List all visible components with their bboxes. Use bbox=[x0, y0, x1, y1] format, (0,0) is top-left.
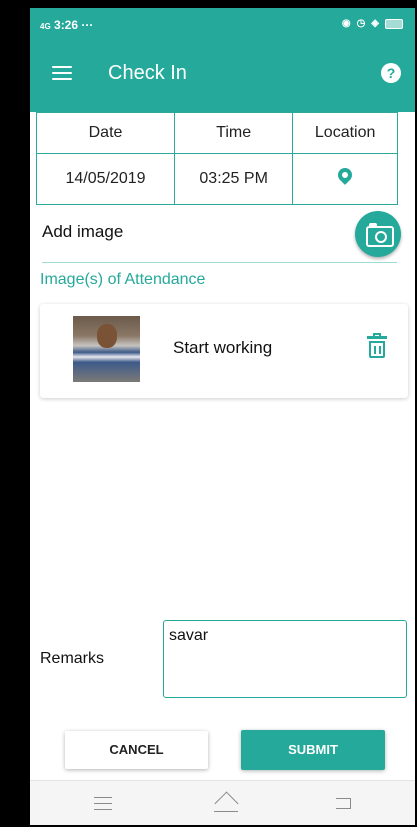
attendance-photo-thumbnail[interactable] bbox=[73, 316, 140, 382]
status-left: 4G 3:26 ··· bbox=[40, 18, 93, 32]
table-header-row: Date Time Location bbox=[35, 112, 398, 154]
nav-back-icon[interactable] bbox=[336, 798, 351, 809]
help-icon[interactable]: ? bbox=[381, 63, 401, 83]
person-photo bbox=[97, 324, 117, 348]
page-title: Check In bbox=[108, 62, 187, 84]
cancel-button[interactable]: CANCEL bbox=[65, 731, 208, 769]
system-nav-bar bbox=[30, 780, 415, 825]
camera-lens bbox=[375, 231, 387, 243]
column-header-date: Date bbox=[35, 112, 176, 154]
column-header-time: Time bbox=[174, 112, 294, 154]
battery-icon bbox=[385, 18, 403, 29]
nav-home-base bbox=[214, 811, 238, 812]
status-extra: ··· bbox=[81, 18, 94, 32]
app-bar: 4G 3:26 ··· ◉ ◷ ◈ Check In ? bbox=[30, 8, 415, 112]
alarm-icon: ◷ bbox=[356, 18, 366, 29]
time-value: 03:25 PM bbox=[174, 153, 294, 205]
camera-icon bbox=[366, 226, 394, 247]
table-row: 14/05/2019 03:25 PM bbox=[35, 153, 398, 205]
remarks-input[interactable]: savar bbox=[163, 620, 407, 698]
location-cell[interactable] bbox=[292, 153, 398, 205]
trash-icon[interactable] bbox=[367, 333, 387, 359]
wifi-icon: ◈ bbox=[371, 18, 379, 29]
column-header-location: Location bbox=[292, 112, 398, 154]
checkin-info-table: Date Time Location 14/05/2019 03:25 PM bbox=[35, 112, 398, 205]
status-right: ◉ ◷ ◈ bbox=[342, 18, 403, 29]
signal-indicator: 4G bbox=[40, 22, 51, 31]
hamburger-menu-icon[interactable] bbox=[52, 66, 72, 80]
image-caption: Start working bbox=[173, 338, 273, 357]
date-value: 14/05/2019 bbox=[35, 153, 176, 205]
submit-button[interactable]: SUBMIT bbox=[241, 730, 385, 770]
images-section-title: Image(s) of Attendance bbox=[40, 271, 206, 288]
add-image-label: Add image bbox=[42, 222, 124, 241]
map-pin-icon[interactable] bbox=[335, 164, 356, 185]
image-list-item[interactable]: Start working bbox=[40, 304, 408, 398]
nav-menu-icon[interactable] bbox=[94, 797, 112, 815]
status-bar: 4G 3:26 ··· ◉ ◷ ◈ bbox=[40, 18, 403, 38]
status-time: 3:26 bbox=[54, 18, 79, 32]
location-icon: ◉ bbox=[341, 18, 351, 29]
remarks-label: Remarks bbox=[40, 650, 105, 667]
phone-screen: 4G 3:26 ··· ◉ ◷ ◈ Check In ? Date Time L… bbox=[30, 8, 415, 825]
camera-button[interactable] bbox=[355, 211, 401, 257]
divider bbox=[42, 262, 397, 263]
